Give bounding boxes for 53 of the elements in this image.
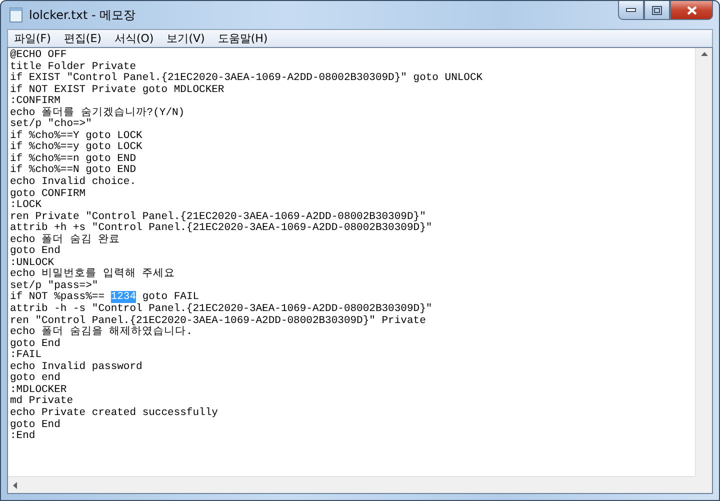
code-line: goto End	[10, 338, 62, 350]
code-line: ren "Control Panel.{21EC2020-3AEA-1069-A2DD-08002B30309D}" Private	[10, 316, 427, 327]
maximize-icon	[652, 6, 662, 14]
menu-item[interactable]: 파일(F)	[14, 31, 51, 46]
code-line: if %cho%==N goto END	[10, 165, 138, 176]
code-line: if NOT EXIST Private goto MDLOCKER	[10, 84, 226, 96]
code-line: :MDLOCKER	[10, 384, 67, 396]
code-line: echo 비밀번호를 입력해 주세요	[10, 269, 176, 280]
code-line: set/p "cho=>"	[10, 119, 93, 130]
code-line: goto End	[10, 246, 62, 258]
code-line: if %cho%==y goto LOCK	[10, 142, 144, 154]
close-icon	[686, 6, 696, 14]
notepad-icon	[9, 7, 23, 23]
window-title: lolcker.txt - 메모장	[29, 6, 136, 24]
menu-item[interactable]: 편집(E)	[64, 31, 102, 46]
code-line: title Folder Private	[10, 62, 136, 73]
minimize-button[interactable]	[618, 1, 644, 20]
up-arrow-icon[interactable]	[700, 52, 708, 56]
close-button[interactable]	[670, 1, 713, 20]
code-line: echo 폴더 숨김 완료	[10, 234, 122, 246]
code-line: :FAIL	[10, 350, 42, 362]
code-line: :UNLOCK	[10, 258, 54, 269]
vertical-scrollbar[interactable]	[695, 48, 712, 476]
code-line: @ECHO OFF	[10, 50, 68, 61]
code-line: echo Private created successfully	[10, 408, 219, 419]
maximize-button[interactable]	[644, 1, 670, 20]
code-line: if %cho%==n goto END	[10, 154, 138, 165]
menu-item[interactable]: 도움말(H)	[218, 31, 268, 46]
code-line: if %cho%==Y goto LOCK	[10, 130, 144, 142]
menu-item[interactable]: 보기(V)	[166, 31, 205, 46]
code-line: goto CONFIRM	[10, 188, 87, 200]
code-line: ren Private "Control Panel.{21EC2020-3AEA-1069-A2DD-08002B30309D}"	[10, 212, 426, 223]
code-line: echo Invalid password	[10, 362, 144, 373]
code-line: attrib +h +s "Control Panel.{21EC2020-3AEA-1069-A2DD-08002B30309D}"	[10, 223, 434, 234]
code-text: goto FAIL	[142, 291, 200, 304]
code-line: goto end	[10, 373, 62, 385]
code-line: if EXIST "Control Panel.{21EC2020-3AEA-1069-A2DD-08002B30309D}" goto UNLOCK	[10, 73, 484, 84]
horizontal-scrollbar[interactable]	[8, 476, 695, 493]
code-line: attrib -h -s "Control Panel.{21EC2020-3AEA-1069-A2DD-08002B30309D}"	[10, 304, 434, 316]
code-line: :CONFIRM	[10, 96, 60, 108]
code-line: md Private	[10, 396, 74, 408]
code-text: if NOT %pass%==	[10, 291, 105, 304]
code-line: set/p "pass=>"	[10, 280, 100, 292]
code-line: echo 폴더를 숨기겠습니까?(Y/N)	[10, 108, 186, 119]
code-line: :LOCK	[10, 200, 42, 212]
code-line: goto End	[10, 420, 62, 430]
code-line: echo 폴더 숨김을 해제하였습니다.	[10, 327, 192, 338]
minimize-icon	[626, 8, 636, 12]
menu-item[interactable]: 서식(O)	[114, 31, 154, 46]
selected-text: 1234	[110, 291, 136, 304]
left-arrow-icon[interactable]	[13, 482, 17, 488]
code-line: :End	[10, 431, 36, 443]
code-line: echo Invalid choice.	[10, 177, 138, 189]
